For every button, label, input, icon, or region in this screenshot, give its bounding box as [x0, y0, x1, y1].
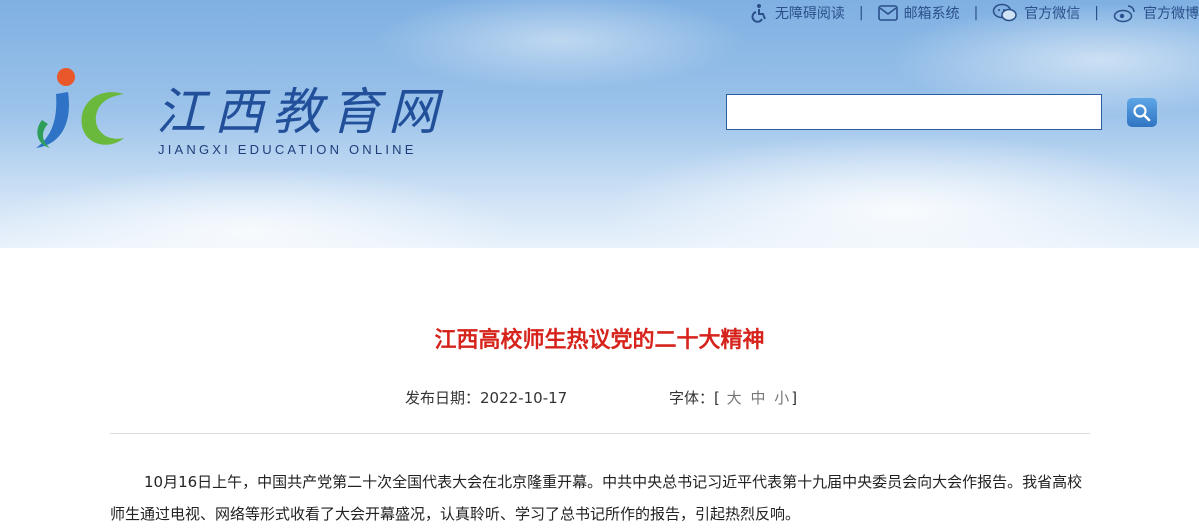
separator: |	[973, 5, 979, 21]
logo-mark-icon	[36, 68, 124, 148]
article-container: 江西高校师生热议党的二十大精神 发布日期：2022-10-17 字体：[ 大 中…	[0, 248, 1199, 523]
mail-icon	[877, 5, 898, 21]
accessibility-link[interactable]: 无障碍阅读	[739, 3, 855, 23]
publish-date: 发布日期：2022-10-17	[405, 387, 567, 408]
article-paragraph: 10月16日上午，中国共产党第二十次全国代表大会在北京隆重开幕。中共中央总书记习…	[110, 473, 1083, 523]
top-utility-bar: 无障碍阅读 | 邮箱系统 | 官方微信 | 官方微博	[739, 0, 1199, 26]
publish-date-value: 2022-10-17	[480, 389, 568, 407]
divider	[110, 433, 1090, 434]
font-size-medium[interactable]: 中	[748, 389, 767, 407]
mail-link[interactable]: 邮箱系统	[868, 3, 970, 23]
accessibility-icon	[749, 3, 769, 23]
font-size-label: 字体：	[669, 389, 715, 407]
accessibility-label: 无障碍阅读	[774, 6, 845, 22]
font-size-large[interactable]: 大	[725, 389, 744, 407]
search-icon	[1133, 103, 1151, 121]
font-bracket-close: ]	[791, 389, 798, 407]
separator: |	[1094, 5, 1099, 21]
separator: |	[858, 5, 864, 21]
wechat-link[interactable]: 官方微信	[982, 3, 1090, 23]
weibo-label: 官方微博	[1143, 6, 1199, 22]
wechat-icon	[992, 3, 1018, 23]
site-logo[interactable]: 江西教育网 JIANGXI EDUCATION ONLINE	[28, 64, 468, 164]
search-button[interactable]	[1127, 98, 1157, 127]
weibo-icon	[1113, 3, 1137, 23]
logo-english-name: JIANGXI EDUCATION ONLINE	[158, 142, 417, 157]
search-input[interactable]	[726, 94, 1102, 130]
font-size-switcher: 字体：[ 大 中 小]	[669, 387, 797, 408]
font-size-small[interactable]: 小	[772, 389, 791, 407]
site-header: 无障碍阅读 | 邮箱系统 | 官方微信 | 官方微博 江西教育网 JIANGXI…	[0, 0, 1199, 248]
wechat-label: 官方微信	[1024, 6, 1081, 22]
publish-date-label: 发布日期：	[405, 389, 481, 407]
mail-label: 邮箱系统	[903, 6, 960, 22]
logo-chinese-name: 江西教育网	[156, 83, 446, 141]
article-title: 江西高校师生热议党的二十大精神	[434, 328, 765, 353]
weibo-link[interactable]: 官方微博	[1103, 3, 1199, 23]
font-bracket-open: [	[714, 389, 720, 407]
